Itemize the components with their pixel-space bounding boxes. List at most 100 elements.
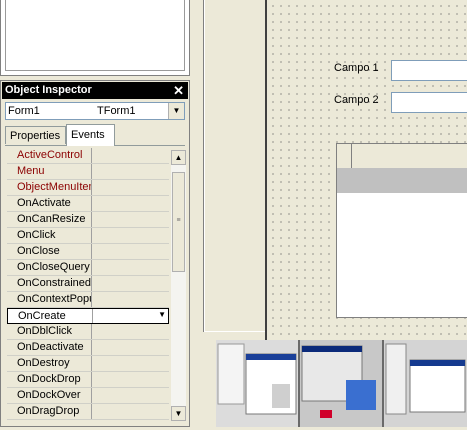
close-icon[interactable]: ✕ bbox=[173, 82, 184, 99]
grid-selected-row[interactable] bbox=[337, 168, 467, 193]
column-divider bbox=[91, 276, 92, 291]
property-name: OnCloseQuery bbox=[17, 261, 90, 273]
property-row[interactable]: OnDestroy bbox=[7, 356, 169, 372]
property-name: OnActivate bbox=[17, 197, 71, 209]
column-divider bbox=[91, 244, 92, 259]
form-designer[interactable]: Campo 1 Campo 2 bbox=[265, 0, 467, 385]
inspector-tabs: Properties Events bbox=[5, 124, 185, 146]
property-name: OnDragDrop bbox=[17, 405, 80, 417]
property-row[interactable]: ActiveControl bbox=[7, 148, 169, 164]
vertical-scrollbar[interactable]: ▲ ≡ ▼ bbox=[171, 150, 186, 421]
property-row[interactable]: OnClick bbox=[7, 228, 169, 244]
property-value[interactable] bbox=[94, 309, 168, 323]
property-value[interactable] bbox=[93, 404, 169, 419]
property-row[interactable]: Menu bbox=[7, 164, 169, 180]
column-divider bbox=[91, 164, 92, 179]
property-row[interactable]: OnActivate bbox=[7, 196, 169, 212]
grid-header bbox=[337, 144, 467, 169]
designer-frame bbox=[200, 0, 270, 336]
property-name: OnContextPopup bbox=[17, 293, 91, 305]
column-divider bbox=[91, 148, 92, 163]
task-thumbnails bbox=[216, 340, 467, 427]
property-name: OnCreate bbox=[18, 310, 66, 322]
top-panel bbox=[0, 0, 190, 76]
column-divider bbox=[92, 309, 93, 323]
tab-events-label: Events bbox=[71, 129, 105, 141]
object-type: TForm1 bbox=[97, 105, 136, 117]
column-divider bbox=[91, 340, 92, 355]
column-divider bbox=[91, 324, 92, 339]
tab-properties[interactable]: Properties bbox=[5, 126, 66, 144]
object-inspector: Object Inspector ✕ Form1 TForm1 ▼ Proper… bbox=[0, 80, 190, 427]
property-name: ActiveControl bbox=[17, 149, 83, 161]
edit-campo-2[interactable] bbox=[391, 92, 467, 113]
property-value[interactable] bbox=[93, 372, 169, 387]
property-name: Menu bbox=[17, 165, 45, 177]
thumbnail-strip[interactable] bbox=[216, 340, 467, 427]
property-value[interactable] bbox=[93, 180, 169, 195]
property-name: OnDockDrop bbox=[17, 373, 81, 385]
grid-indicator bbox=[337, 144, 352, 168]
property-row[interactable]: OnContextPopup bbox=[7, 292, 169, 308]
property-value[interactable] bbox=[93, 340, 169, 355]
column-divider bbox=[91, 404, 92, 419]
column-divider bbox=[91, 292, 92, 307]
column-divider bbox=[91, 260, 92, 275]
label-campo-1[interactable]: Campo 1 bbox=[334, 62, 379, 74]
scroll-down-icon[interactable]: ▼ bbox=[171, 406, 186, 421]
top-panel-inner bbox=[5, 0, 185, 71]
column-divider bbox=[91, 196, 92, 211]
property-row[interactable]: OnCloseQuery bbox=[7, 260, 169, 276]
column-divider bbox=[91, 372, 92, 387]
property-row[interactable]: OnClose bbox=[7, 244, 169, 260]
property-name: OnDockOver bbox=[17, 389, 81, 401]
data-grid[interactable] bbox=[336, 143, 467, 318]
property-value[interactable] bbox=[93, 276, 169, 291]
scroll-up-icon[interactable]: ▲ bbox=[171, 150, 186, 165]
column-divider bbox=[91, 388, 92, 403]
property-value[interactable] bbox=[93, 244, 169, 259]
property-row[interactable]: OnDockDrop bbox=[7, 372, 169, 388]
designer-frame-highlight bbox=[204, 0, 269, 332]
property-value[interactable] bbox=[93, 196, 169, 211]
object-inspector-title: Object Inspector bbox=[5, 84, 92, 96]
property-name: OnDeactivate bbox=[17, 341, 84, 353]
property-value[interactable] bbox=[93, 228, 169, 243]
object-name: Form1 bbox=[8, 105, 40, 117]
property-name: ObjectMenuItem bbox=[17, 181, 91, 193]
property-name: OnClick bbox=[17, 229, 56, 241]
property-value[interactable] bbox=[93, 324, 169, 339]
property-row[interactable]: OnDockOver bbox=[7, 388, 169, 404]
column-divider bbox=[91, 356, 92, 371]
property-row[interactable]: OnConstrainedResize bbox=[7, 276, 169, 292]
tab-properties-label: Properties bbox=[10, 130, 61, 142]
property-row[interactable]: OnDragDrop bbox=[7, 404, 169, 420]
property-name: OnClose bbox=[17, 245, 60, 257]
chevron-down-icon[interactable]: ▼ bbox=[168, 103, 184, 119]
property-row[interactable]: OnDeactivate bbox=[7, 340, 169, 356]
column-divider bbox=[91, 212, 92, 227]
chevron-down-icon[interactable]: ▼ bbox=[158, 310, 166, 319]
property-grid: ActiveControl Menu ObjectMenuItem OnActivat… bbox=[7, 148, 169, 424]
property-row[interactable]: OnCreate ▼ bbox=[7, 308, 169, 324]
edit-campo-1[interactable] bbox=[391, 60, 467, 81]
property-name: OnDblClick bbox=[17, 325, 73, 337]
property-name: OnDestroy bbox=[17, 357, 70, 369]
property-name: OnCanResize bbox=[17, 213, 86, 225]
scroll-thumb[interactable]: ≡ bbox=[172, 172, 185, 272]
property-value[interactable] bbox=[93, 212, 169, 227]
label-campo-2[interactable]: Campo 2 bbox=[334, 94, 379, 106]
property-value[interactable] bbox=[93, 356, 169, 371]
column-divider bbox=[91, 180, 92, 195]
object-selector[interactable]: Form1 TForm1 ▼ bbox=[5, 102, 185, 120]
property-value[interactable] bbox=[93, 292, 169, 307]
tab-events[interactable]: Events bbox=[66, 124, 115, 146]
property-row[interactable]: OnDblClick bbox=[7, 324, 169, 340]
property-value[interactable] bbox=[93, 388, 169, 403]
property-row[interactable]: OnCanResize bbox=[7, 212, 169, 228]
object-inspector-title-bar: Object Inspector ✕ bbox=[2, 82, 188, 99]
property-value[interactable] bbox=[93, 260, 169, 275]
property-row[interactable]: ObjectMenuItem bbox=[7, 180, 169, 196]
property-value[interactable] bbox=[93, 164, 169, 179]
property-value[interactable] bbox=[93, 148, 169, 163]
